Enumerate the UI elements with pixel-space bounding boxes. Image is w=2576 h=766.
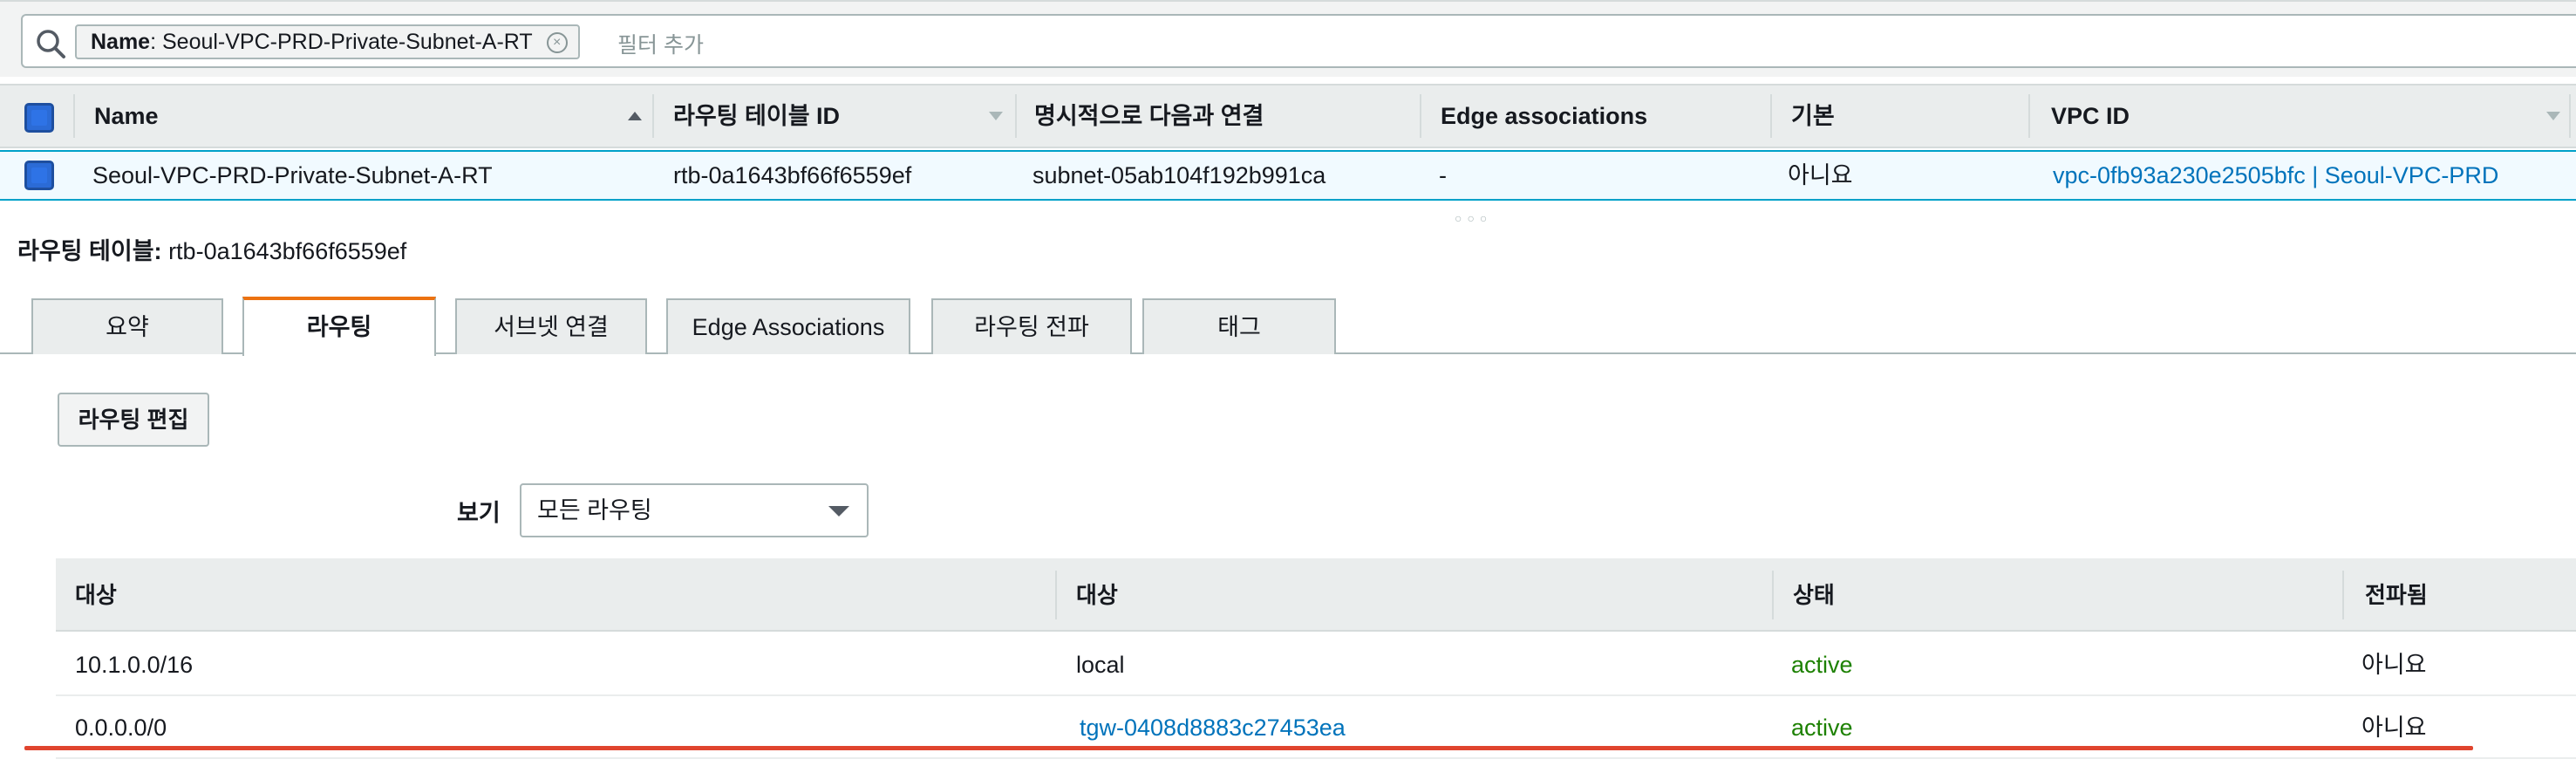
annotation-underline [24,746,2473,750]
view-select-value: 모든 라우팅 [537,497,652,523]
filter-token-key: Name [91,30,151,54]
column-header-edge-associations[interactable]: Edge associations [1441,85,1647,147]
tab-subnet-associations[interactable]: 서브넷 연결 [455,298,647,354]
row-explicit-association: subnet-05ab104f192b991ca [1032,162,1326,188]
row-name: Seoul-VPC-PRD-Private-Subnet-A-RT [92,162,493,188]
column-divider[interactable] [2028,94,2030,138]
table-row[interactable]: Seoul-VPC-PRD-Private-Subnet-A-RT rtb-0a… [0,150,2576,201]
row-route-table-id: rtb-0a1643bf66f6559ef [673,162,912,188]
filter-bar: Name: Seoul-VPC-PRD-Private-Subnet-A-RT … [0,0,2576,77]
column-header-status: 상태 [1793,582,1835,608]
route-status: active [1791,652,1853,678]
tab-edge-associations[interactable]: Edge Associations [666,298,910,354]
add-filter-placeholder[interactable]: 필터 추가 [617,28,704,59]
panel-resize-handle[interactable]: ○○○ [1455,211,1492,225]
sort-icon[interactable] [989,112,1003,120]
search-icon [37,30,65,58]
sort-icon[interactable] [2546,112,2560,120]
grid-header: Name 라우팅 테이블 ID 명시적으로 다음과 연결 Edge associ… [0,84,2576,148]
column-divider[interactable] [2569,94,2571,138]
route-destination: 10.1.0.0/16 [75,652,194,678]
column-divider [1055,571,1057,619]
detail-title-value: rtb-0a1643bf66f6559ef [168,238,407,264]
view-label: 보기 [457,500,501,526]
route-propagated: 아니요 [2361,652,2427,678]
filter-token-value: : Seoul-VPC-PRD-Private-Subnet-A-RT [150,30,533,54]
row-checkbox[interactable] [24,161,54,190]
tab-summary[interactable]: 요약 [31,298,223,354]
column-divider[interactable] [1015,94,1017,138]
close-icon[interactable]: × [546,32,568,53]
search-input[interactable]: Name: Seoul-VPC-PRD-Private-Subnet-A-RT … [21,14,2576,68]
route-target: local [1076,652,1125,678]
view-select[interactable]: 모든 라우팅 [520,483,869,537]
detail-title: 라우팅 테이블: rtb-0a1643bf66f6559ef [17,232,406,266]
tab-tags[interactable]: 태그 [1142,298,1336,354]
routes-table-header: 대상 대상 상태 전파됨 [56,558,2576,632]
vpc-id-link[interactable]: vpc-0fb93a230e2505bfc | Seoul-VPC-PRD [2053,152,2498,199]
chevron-down-icon [828,506,849,516]
tab-route-propagation[interactable]: 라우팅 전파 [931,298,1132,354]
row-main: 아니요 [1788,162,1853,188]
sort-ascending-icon[interactable] [628,112,642,120]
column-divider[interactable] [1770,94,1772,138]
column-header-propagated: 전파됨 [2365,582,2428,608]
column-divider [73,94,75,138]
filter-token[interactable]: Name: Seoul-VPC-PRD-Private-Subnet-A-RT … [75,24,580,59]
column-header-vpc-id[interactable]: VPC ID [2051,85,2130,147]
column-header-route-table-id[interactable]: 라우팅 테이블 ID [673,85,840,147]
edit-routes-button[interactable]: 라우팅 편집 [58,393,209,447]
row-edge-associations: - [1439,162,1447,188]
column-divider [1772,571,1774,619]
column-header-destination: 대상 [75,582,117,608]
column-header-name[interactable]: Name [94,85,159,147]
tab-routes[interactable]: 라우팅 [242,297,436,356]
detail-title-label: 라우팅 테이블: [17,238,162,264]
column-divider [2342,571,2344,619]
column-header-main[interactable]: 기본 [1791,85,1835,147]
select-all-checkbox[interactable] [24,103,54,133]
column-header-target: 대상 [1076,582,1118,608]
column-header-explicit-association[interactable]: 명시적으로 다음과 연결 [1034,85,1264,147]
table-row: 10.1.0.0/16 local active 아니요 [56,633,2576,696]
column-divider[interactable] [1420,94,1421,138]
column-divider[interactable] [652,94,654,138]
